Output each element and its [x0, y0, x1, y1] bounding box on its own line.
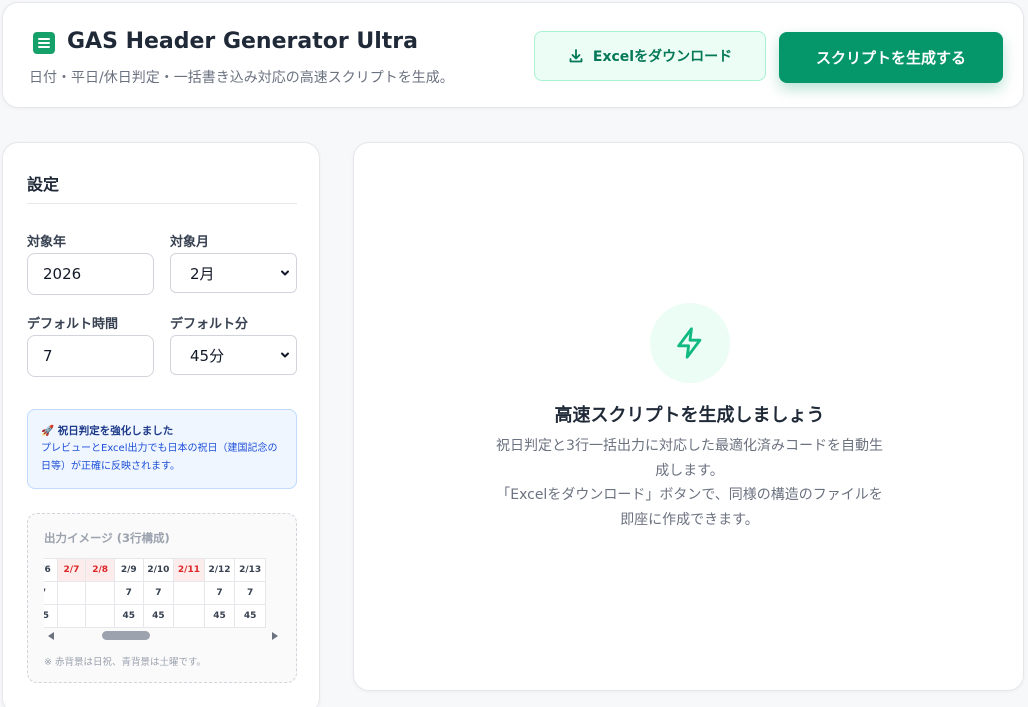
empty-state-line-1: 祝日判定と3行一括出力に対応した最適化済みコードを自動生成します。 — [496, 438, 883, 479]
table-row: 2/62/72/82/92/102/112/122/13 — [44, 558, 266, 582]
minute-label: デフォルト分 — [170, 317, 249, 332]
scrollbar-thumb[interactable] — [102, 631, 150, 640]
preview-title: 出力イメージ (3行構成) — [44, 531, 170, 545]
month-select[interactable]: 2月 — [170, 253, 297, 293]
download-excel-button[interactable]: Excelをダウンロード — [534, 31, 766, 81]
hour-value: 7 — [43, 347, 53, 365]
generate-script-button[interactable]: スクリプトを生成する — [779, 32, 1003, 83]
preview-date-cell: 2/13 — [234, 558, 266, 582]
scroll-left-icon[interactable] — [48, 632, 54, 640]
download-icon — [569, 49, 583, 63]
chevron-down-icon — [281, 352, 289, 358]
minute-select[interactable]: 45分 — [170, 335, 297, 375]
hour-input[interactable]: 7 — [27, 335, 154, 377]
horizontal-scrollbar[interactable] — [44, 631, 282, 641]
preview-minute-cell — [173, 604, 205, 628]
scroll-right-icon[interactable] — [272, 632, 278, 640]
preview-minute-cell — [85, 604, 115, 628]
preview-hour-cell — [173, 581, 205, 605]
empty-state-description: 祝日判定と3行一括出力に対応した最適化済みコードを自動生成します。 「Excel… — [494, 434, 885, 532]
empty-state-title: 高速スクリプトを生成しましょう — [554, 405, 825, 426]
settings-divider — [27, 203, 297, 204]
preview-date-cell: 2/12 — [203, 558, 236, 582]
preview-hour-cell — [85, 581, 115, 605]
preview-date-cell: 2/8 — [85, 558, 115, 582]
preview-date-cell: 2/10 — [142, 558, 175, 582]
minute-value: 45分 — [190, 346, 225, 365]
preview-hour-cell — [56, 581, 87, 605]
preview-minute-cell: 45 — [142, 604, 175, 628]
preview-hour-cell: 7 — [142, 581, 175, 605]
settings-title: 設定 — [27, 175, 60, 194]
app-title: GAS Header Generator Ultra — [67, 29, 418, 54]
script-output-panel: 高速スクリプトを生成しましょう 祝日判定と3行一括出力に対応した最適化済みコード… — [353, 142, 1024, 691]
preview-hour-cell: 7 — [44, 581, 58, 605]
preview-minute-cell: 45 — [203, 604, 236, 628]
preview-date-cell: 2/6 — [44, 558, 58, 582]
preview-minute-cell: 45 — [44, 604, 58, 628]
preview-hour-cell: 7 — [113, 581, 144, 605]
preview-minute-cell: 45 — [113, 604, 144, 628]
output-preview: 出力イメージ (3行構成) 2/62/72/82/92/102/112/122/… — [27, 513, 297, 683]
preview-minute-cell: 45 — [234, 604, 266, 628]
month-value: 2月 — [190, 264, 215, 283]
preview-date-cell: 2/11 — [173, 558, 205, 582]
table-row: 77777 — [44, 581, 266, 605]
preview-date-cell: 2/9 — [113, 558, 144, 582]
empty-state-icon-circle — [650, 303, 730, 383]
holiday-info-box: 🚀 祝日判定を強化しました プレビューとExcel出力でも日本の祝日（建国記念の… — [27, 409, 297, 489]
year-value: 2026 — [43, 265, 82, 283]
info-body: プレビューとExcel出力でも日本の祝日（建国記念の日等）が正確に反映されます。 — [41, 443, 278, 472]
chevron-down-icon — [281, 270, 289, 276]
table-row: 4545454545 — [44, 604, 266, 628]
lightning-icon — [677, 327, 702, 359]
preview-date-cell: 2/7 — [56, 558, 87, 582]
info-title: 🚀 祝日判定を強化しました — [41, 425, 174, 437]
preview-minute-cell — [56, 604, 87, 628]
hour-label: デフォルト時間 — [27, 317, 119, 332]
document-list-icon — [33, 32, 55, 54]
empty-state-line-2: 「Excelをダウンロード」ボタンで、同様の構造のファイルを即座に作成できます。 — [496, 487, 883, 528]
app-header: GAS Header Generator Ultra 日付・平日/休日判定・一括… — [2, 2, 1024, 108]
preview-note: ※ 赤背景は日祝、青背景は土曜です。 — [44, 657, 207, 668]
month-label: 対象月 — [170, 235, 210, 250]
download-excel-label: Excelをダウンロード — [592, 49, 733, 65]
preview-hour-cell: 7 — [203, 581, 236, 605]
app-subtitle: 日付・平日/休日判定・一括書き込み対応の高速スクリプトを生成。 — [29, 70, 454, 86]
settings-panel: 設定 対象年 2026 対象月 2月 デフォルト時間 7 デフォルト分 45分 … — [2, 142, 320, 707]
year-label: 対象年 — [27, 235, 67, 250]
preview-hour-cell: 7 — [234, 581, 266, 605]
preview-table: 2/62/72/82/92/102/112/122/13 77777 45454… — [44, 558, 266, 628]
year-input[interactable]: 2026 — [27, 253, 154, 295]
preview-table-scroll[interactable]: 2/62/72/82/92/102/112/122/13 77777 45454… — [44, 558, 282, 628]
